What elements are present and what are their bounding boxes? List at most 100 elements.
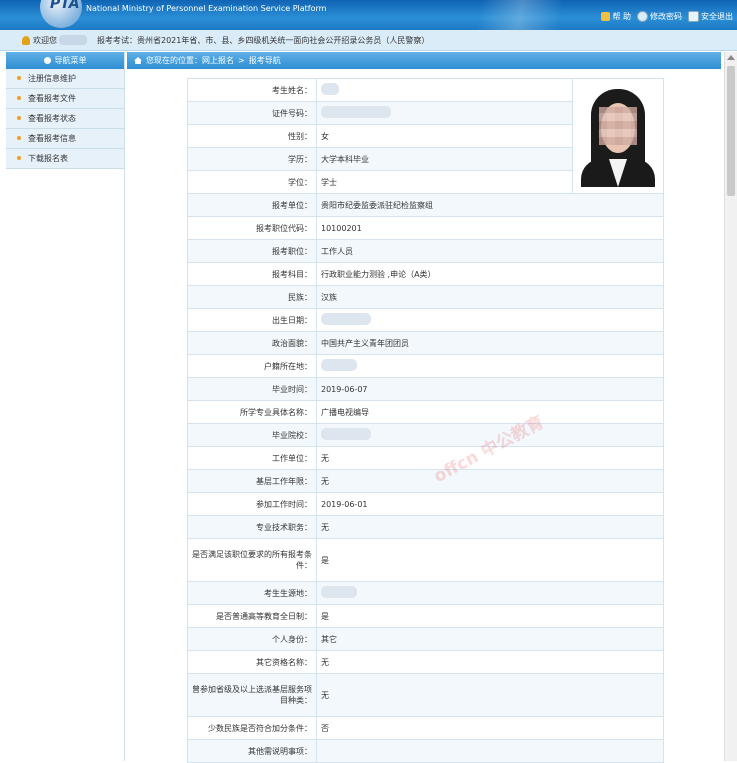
bullet-icon — [17, 116, 21, 120]
logout-icon — [688, 11, 699, 22]
bullet-icon — [17, 96, 21, 100]
breadcrumb-separator: > — [238, 56, 245, 65]
field-label: 个人身份： — [187, 627, 317, 651]
scroll-thumb[interactable] — [727, 66, 735, 196]
sidebar-item-status[interactable]: 查看报考状态 — [6, 109, 124, 129]
field-value — [316, 581, 664, 605]
field-value: 中国共产主义青年团团员 — [316, 331, 664, 355]
field-label: 是否满足该职位要求的所有报考条件： — [187, 538, 317, 582]
sidebar-item-registration[interactable]: 注册信息维护 — [6, 69, 124, 89]
redacted-value — [321, 83, 339, 95]
header-links: 帮 助 修改密码 安全退出 — [601, 11, 733, 22]
field-value — [316, 423, 664, 447]
main-content: 考生姓名： 证件号码： 性别：女学历： 大学本科毕业 学位： 学士 报考单位： 贵阳市纪委监委… — [127, 70, 721, 763]
field-label: 参加工作时间： — [187, 492, 317, 516]
sidebar-item-info[interactable]: 查看报考信息 — [6, 129, 124, 149]
field-label: 考生生源地： — [187, 581, 317, 605]
help-icon — [601, 12, 611, 21]
field-value: 汉族 — [316, 285, 664, 309]
field-label: 学历： — [187, 147, 317, 171]
field-label: 户籍所在地： — [187, 354, 317, 378]
sidebar-title: 导航菜单 — [54, 56, 87, 65]
table-row: 政治面貌： 中国共产主义青年团团员 — [187, 331, 664, 355]
field-label: 性别： — [187, 124, 317, 148]
table-row: 是否满足该职位要求的所有报考条件：是 — [187, 538, 664, 582]
table-row: 民族： 汉族 — [187, 285, 664, 309]
breadcrumb-current: 报考导航 — [248, 56, 281, 65]
change-password-link[interactable]: 修改密码 — [637, 11, 682, 22]
field-label: 专业技术职务： — [187, 515, 317, 539]
sidebar-item-label: 下载报名表 — [28, 154, 68, 163]
redacted-value — [321, 106, 391, 118]
field-label: 民族： — [187, 285, 317, 309]
bullet-icon — [17, 136, 21, 140]
user-icon — [22, 35, 30, 45]
applicant-photo — [577, 85, 659, 187]
table-row: 基层工作年限：无 — [187, 469, 664, 493]
table-row: 个人身份： 其它 — [187, 627, 664, 651]
sidebar-item-download[interactable]: 下载报名表 — [6, 149, 124, 169]
table-row: 所学专业具体名称： 广播电视编导 — [187, 400, 664, 424]
field-value: 女 — [316, 124, 573, 148]
field-value: 学士 — [316, 170, 573, 194]
field-value: 是 — [316, 604, 664, 628]
field-label: 证件号码： — [187, 101, 317, 125]
table-row: 参加工作时间： 2019-06-01 — [187, 492, 664, 516]
photo-mosaic — [599, 107, 637, 145]
field-value: 其它 — [316, 627, 664, 651]
sidebar-item-label: 注册信息维护 — [28, 74, 76, 83]
field-value: 无 — [316, 446, 664, 470]
field-label: 少数民族是否符合加分条件： — [187, 716, 317, 740]
field-label: 毕业院校： — [187, 423, 317, 447]
table-row: 毕业院校： — [187, 423, 664, 447]
field-label: 曾参加省级及以上选派基层服务项目种类： — [187, 673, 317, 717]
welcome-bar: 欢迎您 报考考试：贵州省2021年省、市、县、乡四级机关统一面向社会公开招录公务… — [0, 30, 737, 51]
field-value — [316, 78, 573, 102]
password-icon — [637, 11, 648, 22]
field-value — [316, 354, 664, 378]
field-value: 是 — [316, 538, 664, 582]
field-label: 学位： — [187, 170, 317, 194]
breadcrumb-prefix: 您现在的位置：网上报名 — [146, 56, 234, 65]
table-row: 工作单位：无 — [187, 446, 664, 470]
field-value: 大学本科毕业 — [316, 147, 573, 171]
table-row: 考生生源地： — [187, 581, 664, 605]
menu-icon — [43, 57, 51, 64]
field-label: 出生日期： — [187, 308, 317, 332]
home-icon — [134, 57, 142, 64]
field-label: 考生姓名： — [187, 78, 317, 102]
field-label: 基层工作年限： — [187, 469, 317, 493]
field-label: 报考单位： — [187, 193, 317, 217]
table-row: 报考职位： 工作人员 — [187, 239, 664, 263]
header-decoration — [420, 0, 620, 30]
redacted-value — [321, 313, 371, 325]
applicant-photo-cell — [572, 78, 664, 194]
field-value — [316, 101, 573, 125]
field-label: 其它资格名称： — [187, 650, 317, 674]
change-password-label: 修改密码 — [650, 12, 682, 21]
table-row: 户籍所在地： — [187, 354, 664, 378]
scroll-up-arrow-icon[interactable] — [727, 55, 735, 60]
table-row: 是否普通高等教育全日制：是 — [187, 604, 664, 628]
field-value: 无 — [316, 650, 664, 674]
field-value: 无 — [316, 469, 664, 493]
logo-text: PTA — [50, 0, 80, 12]
field-value — [316, 308, 664, 332]
table-row: 考生姓名： — [187, 78, 664, 194]
logout-link[interactable]: 安全退出 — [688, 11, 733, 22]
help-link[interactable]: 帮 助 — [601, 11, 631, 22]
field-label: 是否普通高等教育全日制： — [187, 604, 317, 628]
sidebar-nav: 导航菜单 注册信息维护 查看报考文件 查看报考状态 查看报考信息 下载报名表 — [6, 52, 125, 761]
page-scrollbar[interactable] — [724, 52, 737, 761]
field-label: 政治面貌： — [187, 331, 317, 355]
field-label: 毕业时间： — [187, 377, 317, 401]
field-value: 10100201 — [316, 216, 664, 240]
field-label: 报考职位： — [187, 239, 317, 263]
sidebar-item-documents[interactable]: 查看报考文件 — [6, 89, 124, 109]
sidebar-item-label: 查看报考状态 — [28, 114, 76, 123]
field-value: 工作人员 — [316, 239, 664, 263]
table-row: 出生日期： — [187, 308, 664, 332]
redacted-value — [321, 428, 371, 440]
platform-english-name: National Ministry of Personnel Examinati… — [86, 4, 327, 13]
field-label: 报考职位代码： — [187, 216, 317, 240]
